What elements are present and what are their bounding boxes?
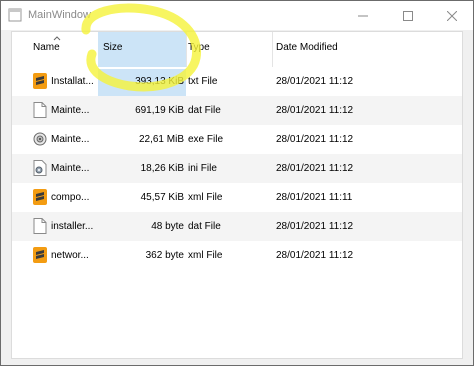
table-row[interactable]: compo... 45,57 KiB xml File 28/01/2021 1…: [12, 183, 462, 212]
file-name: networ...: [51, 250, 89, 261]
file-date: 28/01/2021 11:12: [276, 221, 354, 232]
table-row[interactable]: installer... 48 byte dat File 28/01/2021…: [12, 212, 462, 241]
table-row[interactable]: Installat... 393,13 KiB txt File 28/01/2…: [12, 67, 462, 96]
file-date: 28/01/2021 11:12: [276, 105, 354, 116]
file-date: 28/01/2021 11:12: [276, 250, 354, 261]
maximize-button[interactable]: [385, 1, 430, 30]
column-header-type[interactable]: Type: [187, 32, 273, 67]
file-date: 28/01/2021 11:12: [276, 134, 354, 145]
app-icon: [8, 8, 22, 22]
executable-icon: [33, 132, 47, 146]
table-row[interactable]: Mainte... 22,61 MiB exe File 28/01/2021 …: [12, 125, 462, 154]
file-size: 691,19 KiB: [135, 105, 184, 116]
table-row[interactable]: networ... 362 byte xml File 28/01/2021 1…: [12, 241, 462, 270]
file-name: compo...: [51, 192, 90, 203]
table-body: Installat... 393,13 KiB txt File 28/01/2…: [12, 67, 462, 270]
column-date-label: Date Modified: [276, 42, 338, 53]
file-size: 45,57 KiB: [140, 192, 184, 203]
file-type: xml File: [188, 192, 223, 203]
column-header-size[interactable]: Size: [98, 32, 186, 67]
file-name: installer...: [51, 221, 94, 232]
column-type-label: Type: [188, 42, 210, 53]
file-name: Mainte...: [51, 105, 90, 116]
file-type: xml File: [188, 250, 223, 261]
file-name: Mainte...: [51, 163, 90, 174]
minimize-button[interactable]: [340, 1, 385, 30]
column-header-date[interactable]: Date Modified: [273, 32, 462, 67]
column-header-name[interactable]: Name: [12, 32, 98, 67]
file-date: 28/01/2021 11:12: [276, 76, 354, 87]
blank-file-icon: [33, 218, 47, 234]
file-size: 393,13 KiB: [135, 76, 184, 87]
file-size: 18,26 KiB: [140, 163, 184, 174]
file-size: 362 byte: [145, 250, 184, 261]
window-title: MainWindow: [28, 9, 91, 21]
minimize-icon: [357, 15, 368, 16]
file-size: 22,61 MiB: [138, 134, 184, 145]
file-table[interactable]: Name Size Type Date Modified Installat..…: [11, 31, 463, 359]
file-type: exe File: [188, 134, 224, 145]
file-name: Installat...: [51, 76, 94, 87]
sublime-icon: [33, 189, 47, 205]
file-type: txt File: [188, 76, 218, 87]
title-bar[interactable]: MainWindow: [1, 1, 473, 30]
column-size-label: Size: [103, 42, 123, 53]
blank-file-icon: [33, 102, 47, 118]
table-row[interactable]: Mainte... 691,19 KiB dat File 28/01/2021…: [12, 96, 462, 125]
maximize-icon: [402, 10, 413, 21]
close-button[interactable]: [429, 1, 474, 30]
settings-file-icon: [33, 160, 47, 176]
table-row[interactable]: Mainte... 18,26 KiB ini File 28/01/2021 …: [12, 154, 462, 183]
file-type: dat File: [188, 105, 221, 116]
file-type: ini File: [188, 163, 217, 174]
sublime-icon: [33, 247, 47, 263]
file-name: Mainte...: [51, 134, 90, 145]
table-header: Name Size Type Date Modified: [12, 32, 462, 67]
sublime-icon: [33, 73, 47, 89]
close-icon: [446, 10, 457, 21]
file-size: 48 byte: [151, 221, 184, 232]
file-date: 28/01/2021 11:12: [276, 163, 354, 174]
file-date: 28/01/2021 11:11: [276, 192, 353, 203]
file-type: dat File: [188, 221, 221, 232]
main-window: MainWindow Name Size Type Date Modified …: [0, 0, 474, 366]
sort-ascending-icon: [53, 36, 61, 41]
column-name-label: Name: [33, 42, 60, 53]
